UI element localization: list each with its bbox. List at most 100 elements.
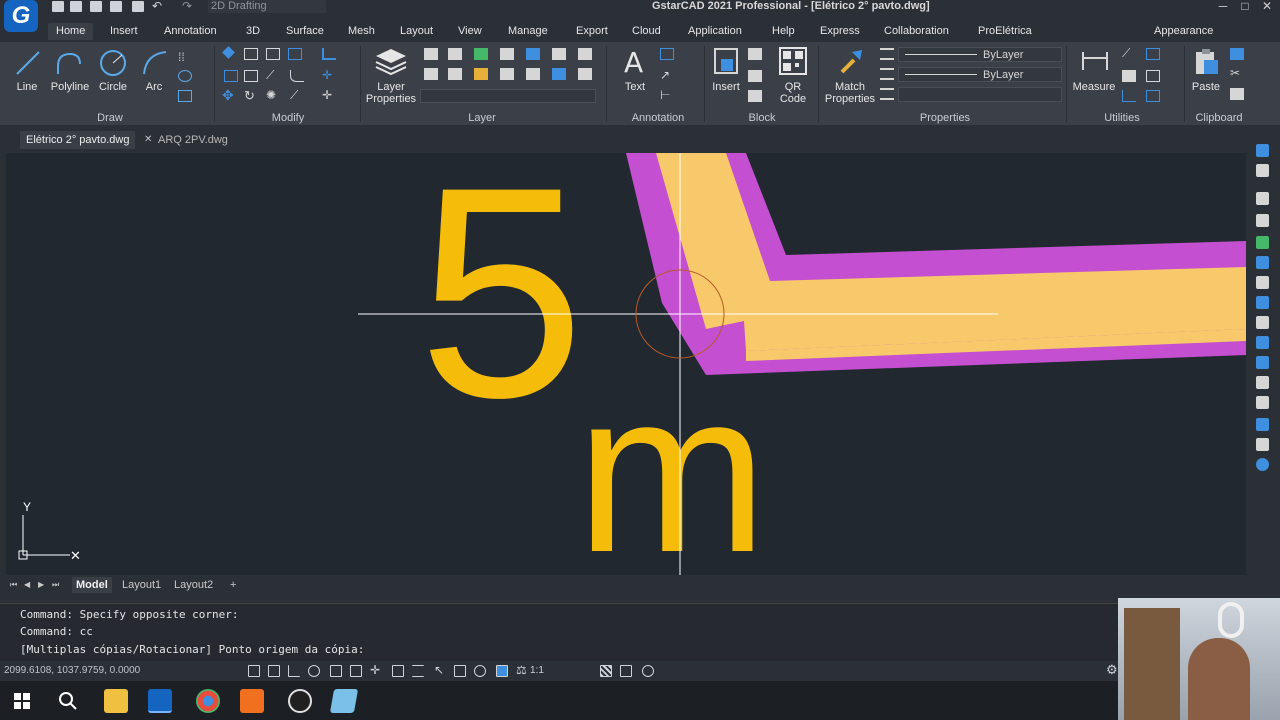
workspace-icon[interactable]	[600, 665, 612, 677]
scale-icon[interactable]: ✛	[322, 69, 336, 82]
quick-select-icon[interactable]	[1122, 90, 1136, 102]
text-button[interactable]: Text	[618, 81, 652, 93]
insert-block-icon[interactable]	[712, 46, 740, 76]
redo-icon[interactable]: ↷	[182, 0, 194, 12]
draw-panel-title[interactable]: Draw	[80, 112, 140, 126]
doc-tab-eletrico[interactable]: Elétrico 2° pavto.dwg	[20, 131, 136, 149]
ellipse-icon[interactable]	[178, 70, 192, 82]
calc-icon[interactable]	[1256, 356, 1269, 369]
command-prompt[interactable]: [Multiplas cópias/Rotacionar] Ponto orig…	[20, 643, 364, 656]
tab-model[interactable]: Model	[72, 577, 112, 593]
dyn-input-icon[interactable]: ✛	[370, 664, 382, 677]
arc-button[interactable]: Arc	[140, 81, 168, 93]
arc-icon[interactable]	[140, 48, 170, 78]
transparency-icon[interactable]	[412, 665, 424, 677]
tab-surface[interactable]: Surface	[278, 23, 332, 40]
open-file-icon[interactable]	[70, 1, 82, 12]
match-properties-button[interactable]: Match Properties	[820, 81, 880, 105]
workspace-select[interactable]: 2D Drafting	[208, 0, 326, 13]
tab-layout[interactable]: Layout	[392, 23, 441, 40]
tab-help[interactable]: Help	[764, 23, 803, 40]
gstarcad-taskbar-icon[interactable]	[148, 689, 172, 713]
file-explorer-icon[interactable]	[104, 689, 128, 713]
snap-grid-icon[interactable]	[248, 665, 260, 677]
modify-panel-title[interactable]: Modify	[258, 112, 318, 126]
polar-icon[interactable]	[308, 665, 320, 677]
mirror-icon[interactable]	[266, 48, 280, 60]
lineweight-dropdown[interactable]	[898, 87, 1062, 102]
tab-layout2[interactable]: Layout2	[170, 577, 217, 593]
layer-match-icon[interactable]	[552, 48, 566, 60]
copy-clip-icon[interactable]	[1230, 48, 1244, 60]
block-manager-icon[interactable]	[1256, 296, 1269, 309]
external-ref-icon[interactable]	[1256, 256, 1269, 269]
layer-merge-icon[interactable]	[448, 68, 462, 80]
block-attr-icon[interactable]	[748, 90, 762, 102]
layer-properties-button[interactable]: Layer Properties	[362, 81, 420, 105]
screen-recorder-icon[interactable]	[240, 689, 264, 713]
explode-icon[interactable]: ✺	[266, 89, 280, 102]
tab-manage[interactable]: Manage	[500, 23, 556, 40]
leader-icon[interactable]: ↗	[660, 69, 674, 82]
properties-palette-icon[interactable]	[1256, 164, 1269, 177]
drawing-svg[interactable]: 5 m Y ✕	[6, 153, 1246, 575]
tab-export[interactable]: Export	[568, 23, 616, 40]
drawing-canvas[interactable]: 5 m Y ✕	[6, 153, 1246, 575]
viewport-icon[interactable]	[496, 665, 508, 677]
otrack-icon[interactable]	[350, 665, 362, 677]
obs-icon[interactable]	[288, 689, 312, 713]
utilities-panel-title[interactable]: Utilities	[1092, 112, 1152, 126]
print-preview-icon[interactable]	[1256, 418, 1269, 431]
layer-state-icon[interactable]	[424, 48, 438, 60]
doc-tab-arq[interactable]: ARQ 2PV.dwg	[152, 131, 234, 149]
move-icon[interactable]	[224, 70, 238, 82]
offset-icon[interactable]	[288, 48, 302, 60]
erase-icon[interactable]	[222, 46, 235, 59]
circle-icon[interactable]	[98, 48, 128, 78]
first-layout-button[interactable]: ⏮	[6, 577, 21, 593]
layer-thaw-icon[interactable]	[500, 68, 514, 80]
tab-view[interactable]: View	[450, 23, 490, 40]
undo-icon[interactable]: ↶	[152, 0, 164, 12]
break-icon[interactable]: ✛	[322, 89, 336, 102]
tab-insert[interactable]: Insert	[102, 23, 146, 40]
tab-cloud[interactable]: Cloud	[624, 23, 669, 40]
settings-gear-icon[interactable]: ⚙	[1106, 663, 1118, 677]
copy-icon[interactable]	[244, 48, 258, 60]
qr-code-icon[interactable]	[778, 46, 808, 76]
text-5[interactable]: 5	[418, 153, 585, 460]
polyline-button[interactable]: Polyline	[48, 81, 92, 93]
add-layout-button[interactable]: +	[226, 577, 240, 593]
layer-dropdown[interactable]	[420, 89, 596, 103]
measure-button[interactable]: Measure	[1070, 81, 1118, 93]
move-arrows-icon[interactable]: ✥	[222, 88, 236, 102]
hatch-icon[interactable]	[178, 90, 192, 102]
app-cube-icon[interactable]	[329, 689, 359, 713]
chrome-icon[interactable]	[196, 689, 220, 713]
trim-icon[interactable]: ⟋	[266, 69, 280, 82]
annotation-visibility-icon[interactable]	[454, 665, 466, 677]
table-icon[interactable]	[1256, 396, 1269, 409]
polyline-icon[interactable]	[54, 48, 84, 78]
fillet-icon[interactable]	[290, 70, 304, 82]
zoom-icon[interactable]	[474, 665, 486, 677]
grid-icon[interactable]	[268, 665, 280, 677]
line-icon[interactable]	[14, 48, 42, 78]
annotation-scale-icon[interactable]: ⚖	[516, 664, 528, 677]
copy-base-icon[interactable]	[1230, 88, 1244, 100]
tab-express[interactable]: Express	[812, 23, 868, 40]
tab-home[interactable]: Home	[48, 23, 94, 40]
tool-palette-icon[interactable]	[1256, 144, 1269, 157]
layer-prev-icon[interactable]	[578, 48, 592, 60]
restore-button[interactable]: □	[1238, 0, 1252, 13]
qr-code-button[interactable]: QR Code	[772, 81, 814, 105]
clipboard-panel-title[interactable]: Clipboard	[1188, 112, 1250, 126]
cut-icon[interactable]: ✂	[1230, 67, 1244, 80]
circle-button[interactable]: Circle	[94, 81, 132, 93]
tab-mesh[interactable]: Mesh	[340, 23, 383, 40]
command-window[interactable]: Command: Specify opposite corner: Comman…	[0, 603, 1118, 661]
block-panel-title[interactable]: Block	[732, 112, 792, 126]
layer-freeze-icon[interactable]	[500, 48, 514, 60]
osnap-icon[interactable]	[330, 665, 342, 677]
minimize-button[interactable]: ─	[1216, 0, 1230, 13]
